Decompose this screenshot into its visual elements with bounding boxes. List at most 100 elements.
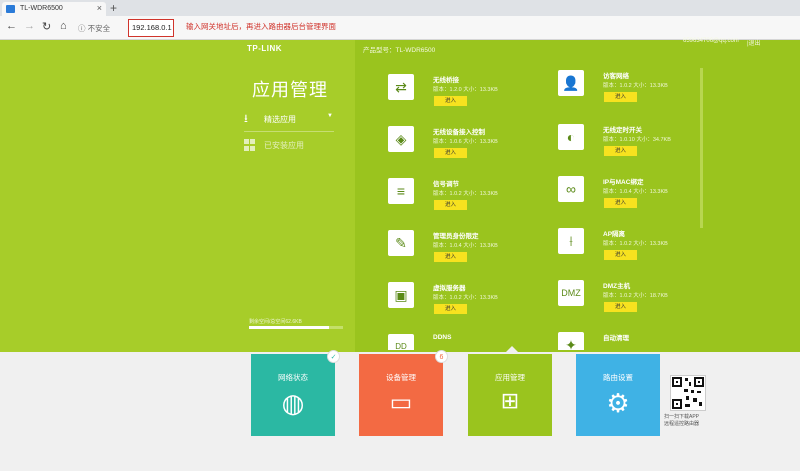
status-ok-badge: ✓ xyxy=(327,350,340,363)
grid-icon xyxy=(244,139,256,151)
dmz-icon: DMZ xyxy=(558,280,584,306)
bridge-icon: ⇄ xyxy=(388,74,414,100)
nav-tile-label: 应用管理 xyxy=(495,373,525,382)
app-version: 版本：1.0.4 大小：13.3KB xyxy=(433,243,498,249)
storage-bar xyxy=(249,326,343,329)
app-name: 信号调节 xyxy=(433,181,459,188)
sidebar-item-installed-apps[interactable]: 已安装应用 xyxy=(244,139,332,153)
app-name: DMZ主机 xyxy=(603,283,631,290)
logout-link[interactable]: |退出 xyxy=(747,38,761,47)
nav-tile-router-settings[interactable]: 路由设置 ⚙ xyxy=(576,354,660,436)
app-version: 版本：1.0.2 大小：13.3KB xyxy=(603,241,668,247)
download-icon: ⭳ xyxy=(244,113,248,125)
qr-code-icon xyxy=(672,377,704,409)
app-enter-button[interactable]: 进入 xyxy=(434,148,467,158)
app-card: ⇄ 无线桥接 版本：1.2.0 大小：13.3KB 进入 xyxy=(388,74,538,119)
forward-arrow-icon[interactable]: → xyxy=(24,20,35,32)
app-name: 虚拟服务器 xyxy=(433,285,466,292)
app-enter-button[interactable]: 进入 xyxy=(434,96,467,106)
wrench-icon: ✎ xyxy=(388,230,414,256)
nav-tile-label: 设备管理 xyxy=(386,373,416,382)
app-version: 版本：1.0.10 大小：34.7KB xyxy=(603,137,671,143)
app-card: ∞ IP与MAC绑定 版本：1.0.4 大小：13.3KB 进入 xyxy=(558,176,708,221)
device-count-badge: 6 xyxy=(435,350,448,363)
app-enter-button[interactable]: 进入 xyxy=(434,252,467,262)
active-tab-pointer xyxy=(506,346,518,352)
home-icon[interactable]: ⌂ xyxy=(60,20,67,32)
nav-tile-label: 网络状态 xyxy=(278,373,308,382)
qr-caption-line2: 远程遥控路由器 xyxy=(664,421,700,427)
browser-toolbar: ← → ↻ ⌂ ⓘ 不安全 192.168.0.1 输入网关地址后，再进入路由器… xyxy=(0,16,800,40)
app-card: DMZ DMZ主机 版本：1.0.2 大小：18.7KB 进入 xyxy=(558,280,708,325)
app-card: ◐ 无线定时开关 版本：1.0.10 大小：34.7KB 进入 xyxy=(558,124,708,169)
app-card: ▣ 虚拟服务器 版本：1.0.2 大小：13.3KB 进入 xyxy=(388,282,538,327)
app-card: ⟊ AP隔离 版本：1.0.2 大小：13.3KB 进入 xyxy=(558,228,708,273)
app-enter-button[interactable]: 进入 xyxy=(604,198,637,208)
app-version: 版本：1.0.2 大小：13.3KB xyxy=(433,295,498,301)
laptop-icon: ▭ xyxy=(389,389,413,416)
wifi-shield-icon: ◈ xyxy=(388,126,414,152)
app-card: ✦ 自动清理 xyxy=(558,332,708,350)
app-card: ✎ 管理员身份限定 版本：1.0.4 大小：13.3KB 进入 xyxy=(388,230,538,275)
gear-icon: ⚙ xyxy=(606,388,630,418)
app-card: ◈ 无线设备接入控制 版本：1.0.6 大小：13.3KB 进入 xyxy=(388,126,538,171)
app-name: DDNS xyxy=(433,334,452,341)
app-name: 无线设备接入控制 xyxy=(433,129,485,136)
nav-tile-network-status[interactable]: 网络状态 ◍ ✓ xyxy=(251,350,340,436)
app-list-scrollbar[interactable] xyxy=(700,68,703,228)
apps-grid-icon: ⊞ xyxy=(500,388,520,413)
browser-tab[interactable]: TL-WDR6500 × xyxy=(2,2,106,16)
menu-divider xyxy=(244,131,334,132)
brand-logo: TP-LINK xyxy=(247,44,283,53)
app-version: 版本：1.0.2 大小：13.3KB xyxy=(433,191,498,197)
app-name: IP与MAC绑定 xyxy=(603,179,644,186)
app-version: 版本：1.0.2 大小：18.7KB xyxy=(603,293,668,299)
nav-tile-app-management[interactable]: 应用管理 ⊞ xyxy=(468,354,552,436)
app-enter-button[interactable]: 进入 xyxy=(434,200,467,210)
router-favicon-icon xyxy=(6,5,15,13)
app-name: 无线桥接 xyxy=(433,77,459,84)
storage-bar-fill xyxy=(249,326,329,329)
product-model: 产品型号：TL-WDR6500 xyxy=(363,47,436,54)
tab-title: TL-WDR6500 xyxy=(20,5,63,12)
sidebar-item-label: 精选应用 xyxy=(264,115,296,124)
account-email: 659634706@qq.com xyxy=(683,38,739,44)
security-indicator[interactable]: ⓘ 不安全 xyxy=(78,20,128,36)
equalizer-icon: ≡ xyxy=(388,178,414,204)
app-name: 访客网络 xyxy=(603,73,629,80)
ddns-icon: DD xyxy=(388,334,414,350)
app-list: ⇄ 无线桥接 版本：1.2.0 大小：13.3KB 进入 👤 访客网络 版本：1… xyxy=(388,66,708,350)
new-tab-button[interactable]: + xyxy=(110,1,117,15)
address-annotation: 输入网关地址后，再进入路由器后台管理界面 xyxy=(186,22,336,31)
caret-down-icon: ▼ xyxy=(327,113,333,119)
app-download-qr-code xyxy=(670,375,706,411)
nav-tile-label: 路由设置 xyxy=(603,373,633,382)
browser-tab-strip: TL-WDR6500 × + xyxy=(0,0,800,16)
app-card: 👤 访客网络 版本：1.0.2 大小：13.3KB 进入 xyxy=(558,70,708,115)
link-icon: ∞ xyxy=(558,176,584,202)
app-name: 自动清理 xyxy=(603,335,629,342)
app-name: 无线定时开关 xyxy=(603,127,642,134)
isolation-icon: ⟊ xyxy=(558,228,584,254)
back-arrow-icon[interactable]: ← xyxy=(6,20,17,32)
app-enter-button[interactable]: 进入 xyxy=(434,304,467,314)
app-enter-button[interactable]: 进入 xyxy=(604,146,637,156)
globe-icon: ◍ xyxy=(281,388,305,418)
app-name: 管理员身份限定 xyxy=(433,233,479,240)
refresh-icon[interactable]: ↻ xyxy=(42,20,51,33)
app-version: 版本：1.0.4 大小：13.3KB xyxy=(603,189,668,195)
qr-caption-line1: 扫一扫下载APP xyxy=(664,414,700,420)
app-enter-button[interactable]: 进入 xyxy=(604,92,637,102)
tab-close-icon[interactable]: × xyxy=(97,3,102,13)
page-title: 应用管理 xyxy=(252,80,328,100)
app-version: 版本：1.2.0 大小：13.3KB xyxy=(433,87,498,93)
nav-tile-device-management[interactable]: 设备管理 ▭ 6 xyxy=(359,350,448,436)
app-version: 版本：1.0.2 大小：13.3KB xyxy=(603,83,668,89)
app-enter-button[interactable]: 进入 xyxy=(604,302,637,312)
sidebar-item-featured-apps[interactable]: ⭳ 精选应用 ▼ xyxy=(244,113,333,127)
sidebar-item-label: 已安装应用 xyxy=(264,141,304,150)
app-name: AP隔离 xyxy=(603,231,626,238)
app-enter-button[interactable]: 进入 xyxy=(604,250,637,260)
address-bar[interactable]: 192.168.0.1 xyxy=(128,19,174,37)
app-version: 版本：1.0.6 大小：13.3KB xyxy=(433,139,498,145)
